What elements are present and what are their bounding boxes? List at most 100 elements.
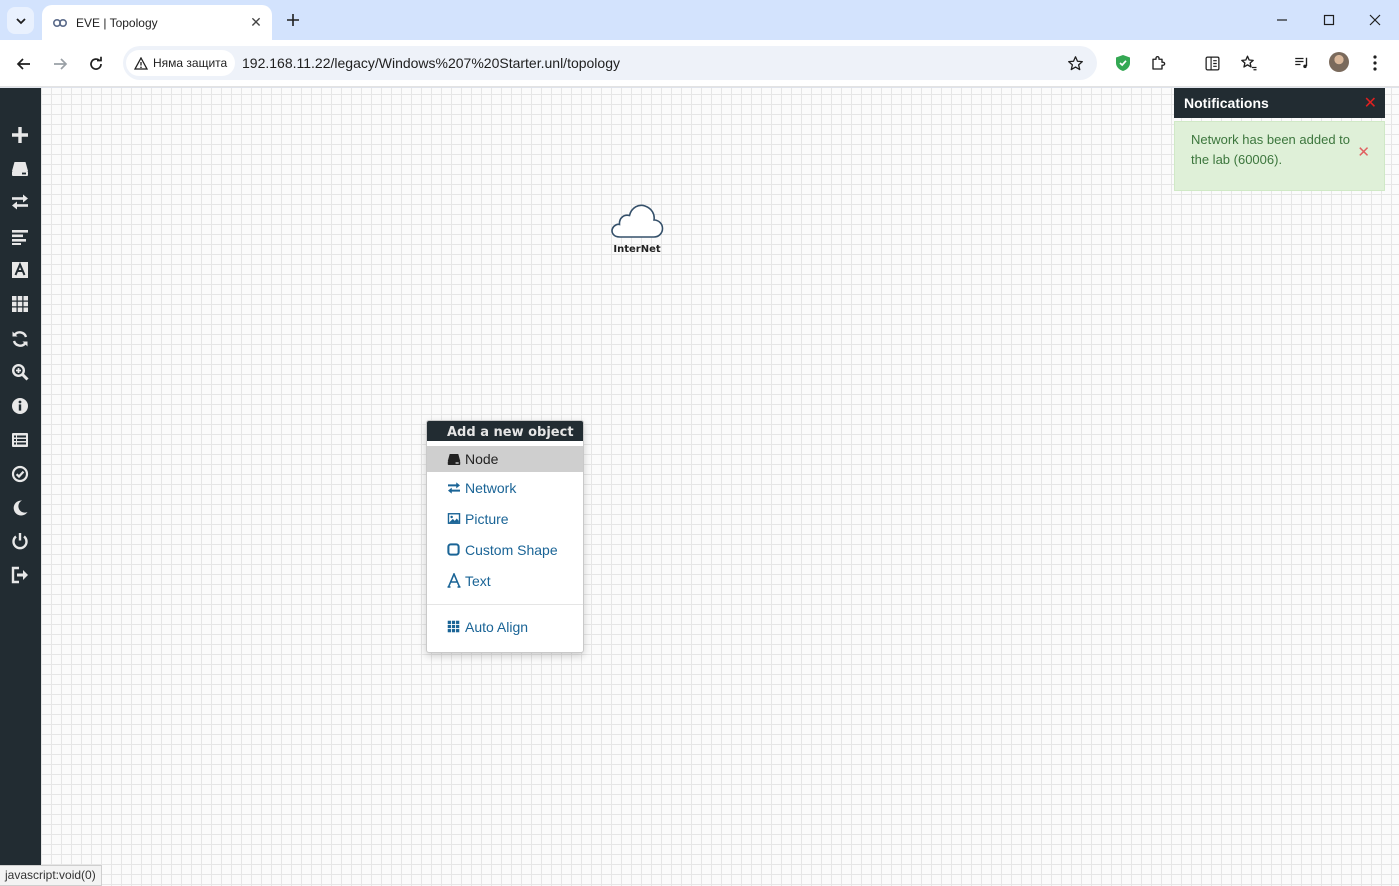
sidebar-auto-align-button[interactable] <box>8 292 32 316</box>
forward-button[interactable] <box>46 50 74 78</box>
bookmark-star-button[interactable] <box>1065 53 1085 73</box>
chevron-down-icon <box>15 17 26 24</box>
notification-message: Network has been added to the lab (60006… <box>1174 121 1385 191</box>
puzzle-icon <box>1152 56 1166 70</box>
eve-favicon-icon <box>52 15 68 31</box>
tab-search-button[interactable] <box>7 7 34 34</box>
browser-menu-button[interactable] <box>1364 52 1386 74</box>
adblock-extension-button[interactable] <box>1112 52 1134 74</box>
font-icon <box>12 261 28 278</box>
menu-item-label: Text <box>465 572 491 589</box>
notifications-panel: Notifications ✕ Network has been added t… <box>1174 88 1385 191</box>
menu-item-picture[interactable]: Picture <box>427 503 583 534</box>
address-bar[interactable]: Няма защита 192.168.11.22/legacy/Windows… <box>123 46 1097 80</box>
notifications-title: Notifications <box>1184 95 1269 111</box>
menu-item-label: Auto Align <box>465 618 529 635</box>
menu-item-label: Node <box>465 451 499 467</box>
new-tab-button[interactable] <box>283 10 303 30</box>
close-icon <box>1369 14 1381 26</box>
security-label: Няма защита <box>153 56 228 70</box>
plus-icon <box>12 127 28 143</box>
sidebar-networks-button[interactable] <box>8 190 32 214</box>
media-control-button[interactable] <box>1291 52 1313 74</box>
security-indicator[interactable]: Няма защита <box>126 50 236 76</box>
sidebar-text-objects-button[interactable] <box>8 258 32 282</box>
sidebar-add-object-button[interactable] <box>8 123 32 147</box>
sidebar-nodes-button[interactable] <box>8 157 32 181</box>
tab-title: EVE | Topology <box>76 15 158 30</box>
url-text[interactable]: 192.168.11.22/legacy/Windows%207%20Start… <box>242 55 620 71</box>
reload-icon <box>90 56 102 70</box>
notification-text: Network has been added to the lab (60006… <box>1191 132 1350 167</box>
cloud-icon <box>611 204 664 238</box>
square-outline-icon <box>446 542 461 557</box>
arrow-left-icon <box>16 58 30 70</box>
star-list-icon <box>1241 55 1257 71</box>
shield-icon <box>1116 55 1130 71</box>
picture-icon <box>446 511 461 526</box>
topology-canvas[interactable]: InterNet Add a new object Node Network P… <box>0 88 1399 886</box>
info-circle-icon <box>12 398 28 414</box>
maximize-button[interactable] <box>1306 0 1352 40</box>
font-icon <box>446 573 461 588</box>
add-object-context-menu: Add a new object Node Network Picture Cu… <box>426 420 584 653</box>
browser-tabstrip: EVE | Topology ✕ <box>0 0 1399 40</box>
sidebar-status-button[interactable] <box>8 462 32 486</box>
playlist-music-icon <box>1295 57 1308 69</box>
eve-sidebar <box>0 88 41 886</box>
align-left-icon <box>12 230 28 245</box>
power-icon <box>12 533 28 550</box>
sidebar-refresh-button[interactable] <box>8 327 32 351</box>
plus-icon <box>287 14 299 26</box>
sidebar-lab-details-button[interactable] <box>8 394 32 418</box>
refresh-icon <box>12 331 28 347</box>
browser-toolbar: Няма защита 192.168.11.22/legacy/Windows… <box>0 40 1399 87</box>
back-button[interactable] <box>10 50 38 78</box>
menu-item-label: Custom Shape <box>465 541 558 558</box>
notifications-header: Notifications ✕ <box>1174 88 1385 118</box>
check-circle-icon <box>11 465 29 483</box>
hdd-icon <box>12 162 28 176</box>
menu-item-network[interactable]: Network <box>427 472 583 503</box>
network-node-label: InterNet <box>613 244 661 255</box>
menu-divider <box>427 604 583 605</box>
hdd-icon <box>446 452 461 467</box>
sidebar-logout-button[interactable] <box>8 563 32 587</box>
maximize-icon <box>1323 14 1335 26</box>
reading-mode-icon <box>1204 55 1220 71</box>
exchange-icon <box>12 194 28 210</box>
grid-icon <box>12 296 28 312</box>
zoom-in-icon <box>11 363 29 381</box>
exchange-icon <box>446 480 461 495</box>
notification-dismiss-icon[interactable]: ✕ <box>1357 143 1370 163</box>
reading-list-button[interactable] <box>1201 52 1223 74</box>
browser-tab-active[interactable]: EVE | Topology ✕ <box>42 5 272 40</box>
kebab-menu-icon <box>1373 55 1377 71</box>
sidebar-lab-list-button[interactable] <box>8 428 32 452</box>
minimize-button[interactable] <box>1259 0 1305 40</box>
menu-item-auto-align[interactable]: Auto Align <box>427 611 583 642</box>
favorites-button[interactable] <box>1238 52 1260 74</box>
notifications-close-icon[interactable]: ✕ <box>1364 88 1377 119</box>
sidebar-zoom-button[interactable] <box>8 360 32 384</box>
profile-avatar[interactable] <box>1329 52 1349 72</box>
sidebar-dark-mode-button[interactable] <box>8 496 32 520</box>
sidebar-close-lab-button[interactable] <box>8 529 32 553</box>
tab-close-icon[interactable]: ✕ <box>248 14 264 31</box>
list-alt-icon <box>12 433 28 447</box>
menu-item-text[interactable]: Text <box>427 565 583 596</box>
browser-status-bar: javascript:void(0) <box>0 865 102 886</box>
warning-triangle-icon <box>134 56 148 70</box>
menu-item-custom-shape[interactable]: Custom Shape <box>427 534 583 565</box>
extensions-button[interactable] <box>1148 52 1170 74</box>
network-node-internet[interactable]: InterNet <box>605 201 669 255</box>
close-window-button[interactable] <box>1352 0 1398 40</box>
reload-button[interactable] <box>82 50 110 78</box>
menu-item-node[interactable]: Node <box>427 446 583 472</box>
sidebar-startup-config-button[interactable] <box>8 225 32 249</box>
star-icon <box>1067 55 1083 70</box>
context-menu-title: Add a new object <box>427 421 583 444</box>
menu-item-label: Network <box>465 479 517 496</box>
minimize-icon <box>1277 19 1287 21</box>
menu-item-label: Picture <box>465 510 509 527</box>
